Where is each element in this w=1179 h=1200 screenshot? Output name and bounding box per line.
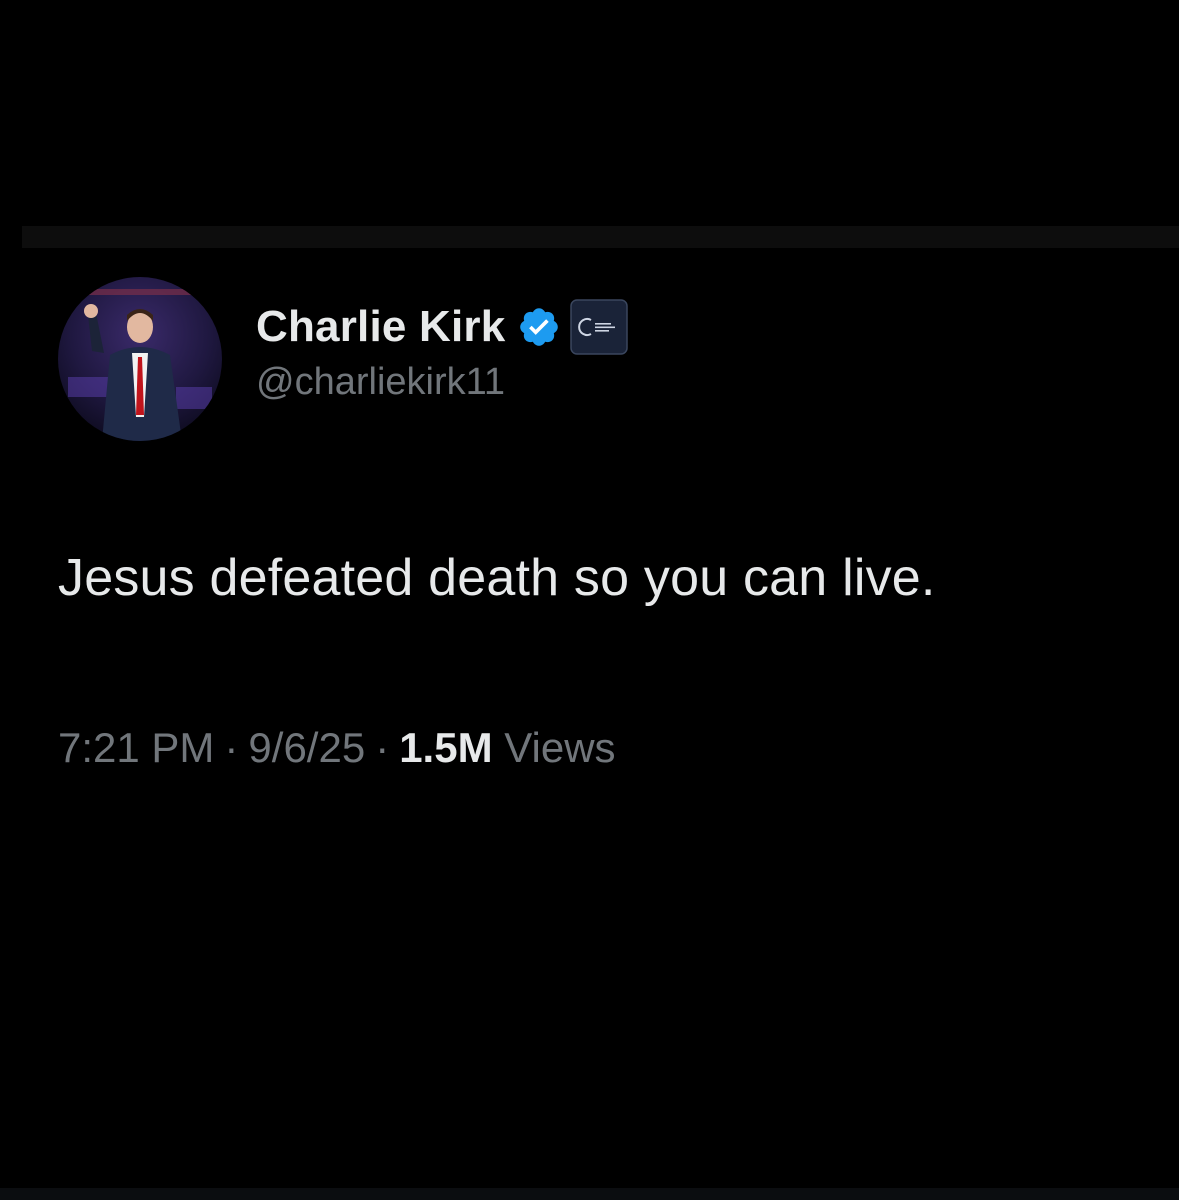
top-divider	[22, 226, 1179, 248]
verified-check-icon[interactable]	[517, 305, 561, 349]
bottom-bar	[0, 1188, 1179, 1200]
tweet-text: Jesus defeated death so you can live.	[58, 549, 936, 607]
author-avatar[interactable]	[58, 277, 222, 441]
meta-separator: ·	[375, 724, 390, 771]
tweet-header: Charlie Kirk @charliekirk11	[58, 276, 629, 442]
avatar-photo	[58, 277, 222, 441]
views-label: Views	[504, 724, 616, 771]
tweet-date[interactable]: 9/6/25	[248, 724, 365, 771]
author-display-name[interactable]: Charlie Kirk	[256, 302, 505, 352]
views-count: 1.5M	[399, 724, 493, 771]
tweet-meta: 7:21 PM · 9/6/25 · 1.5M Views	[58, 724, 616, 772]
author-identity: Charlie Kirk @charliekirk11	[256, 297, 629, 404]
organization-affiliate-badge-icon[interactable]	[569, 298, 629, 356]
meta-separator: ·	[224, 724, 239, 771]
tweet-time[interactable]: 7:21 PM	[58, 724, 214, 771]
name-row: Charlie Kirk	[256, 297, 629, 357]
author-handle[interactable]: @charliekirk11	[256, 361, 629, 404]
